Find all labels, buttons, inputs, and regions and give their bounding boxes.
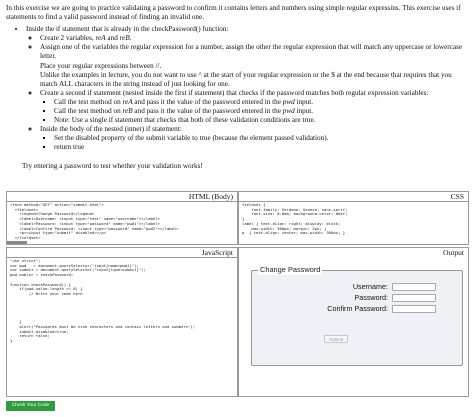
final-text: Try entering a password to test whether … xyxy=(22,161,203,170)
confirm-password-label: Confirm Password: xyxy=(327,304,388,313)
output-panel-title: Output xyxy=(443,248,464,257)
js-panel-title: JavaScript xyxy=(201,248,233,257)
password-input[interactable] xyxy=(392,294,436,302)
substep-note: Note: Use a single if statement that che… xyxy=(54,116,468,125)
submit-button[interactable]: Submit xyxy=(324,335,348,343)
fieldset-legend: Change Password xyxy=(258,265,323,275)
html-panel-divider xyxy=(7,201,237,202)
intro-text: In this exercise we are going to practic… xyxy=(6,4,461,22)
confirm-password-input[interactable] xyxy=(392,305,436,313)
css-panel-divider xyxy=(239,201,468,202)
substep-test-b: Call the test method on reB and pass it … xyxy=(54,107,468,116)
substep-create-vars: Create 2 variables, reA and reB. xyxy=(40,34,468,43)
js-panel-divider xyxy=(7,257,237,258)
substep-test-a: Call the test method on reA and pass it … xyxy=(54,98,468,107)
confirm-password-row: Confirm Password: xyxy=(252,304,464,314)
step-1-text: Inside the if statement that is already … xyxy=(26,25,229,34)
css-panel: CSS fieldset { font-family: Verdana, Gen… xyxy=(238,191,469,245)
substep-inside-list: Set the disabled property of the submit … xyxy=(40,134,468,152)
step-1: Inside the if statement that is already … xyxy=(26,25,468,152)
html-scrollbar[interactable] xyxy=(7,241,27,244)
js-panel: JavaScript "use strict"; var pwd = docum… xyxy=(6,247,238,397)
js-code-editor[interactable]: "use strict"; var pwd = document.querySe… xyxy=(10,259,234,394)
step-1-substeps: Create 2 variables, reA and reB. Assign … xyxy=(26,34,468,152)
substep-if-list: Call the test method on reA and pass it … xyxy=(40,98,468,125)
substep-inside: Inside the body of the nested (inner) if… xyxy=(40,125,468,134)
css-code-editor[interactable]: fieldset { font-family: Verdana, Geneva,… xyxy=(242,203,465,242)
step-list: Inside the if statement that is already … xyxy=(6,25,468,152)
password-row: Password: xyxy=(252,293,464,303)
html-panel: HTML (Body) <form method="GET" action="s… xyxy=(6,191,238,245)
username-label: Username: xyxy=(352,282,388,291)
username-input[interactable] xyxy=(392,283,436,291)
check-your-code-button[interactable]: Check Your Code xyxy=(6,401,55,411)
password-label: Password: xyxy=(354,293,388,302)
output-panel: Output Change Password Username: Passwor… xyxy=(238,247,469,397)
substep-assign: Assign one of the variables the regular … xyxy=(40,43,468,61)
change-password-fieldset: Change Password Username: Password: Conf… xyxy=(251,265,464,366)
substep-unlike: Unlike the examples in lecture, you do n… xyxy=(40,70,452,88)
css-panel-title: CSS xyxy=(450,192,464,201)
substep-place: Place your regular expressions between /… xyxy=(40,61,162,70)
instructions: In this exercise we are going to practic… xyxy=(6,4,468,171)
substep-create-if: Create a second if statement (nested ins… xyxy=(40,89,468,98)
username-row: Username: xyxy=(252,282,464,292)
html-panel-title: HTML (Body) xyxy=(188,192,233,201)
substep-disabled: Set the disabled property of the submit … xyxy=(54,134,468,143)
html-code-editor[interactable]: <form method="GET" action="submit.html">… xyxy=(10,203,234,242)
substep-return: return true xyxy=(54,143,468,152)
